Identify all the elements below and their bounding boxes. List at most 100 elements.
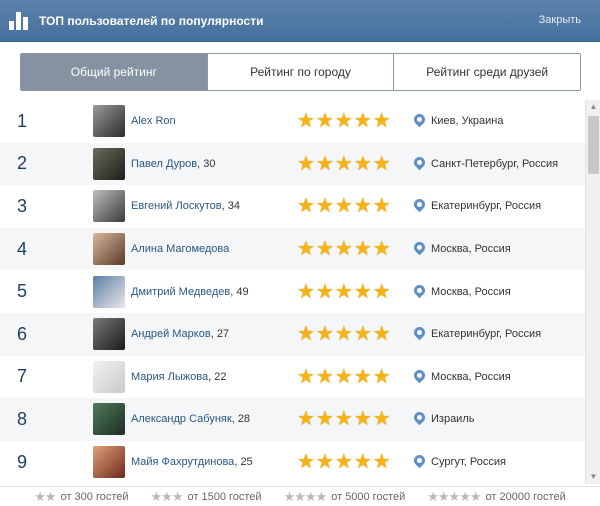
vertical-scrollbar[interactable]: ▲ ▼ [585, 100, 600, 484]
user-name-link[interactable]: Майя Фахрутдинова [131, 456, 234, 468]
user-name-line: Мария Лыжова, 22 [131, 371, 227, 383]
user-name-link[interactable]: Дмитрий Медведев [131, 286, 230, 298]
legend-item: ★★★★★ от 20000 гостей [427, 489, 565, 505]
star-icon: ★ [315, 238, 334, 261]
rating-chart-icon [9, 11, 31, 30]
user-name-line: Alex Ron [131, 115, 176, 127]
user-name-link[interactable]: Евгений Лоскутов [131, 200, 222, 212]
scroll-thumb[interactable] [588, 116, 599, 174]
location-pin-icon [411, 324, 428, 341]
rank-number: 3 [17, 195, 28, 216]
scroll-up-arrow-icon[interactable]: ▲ [586, 100, 600, 114]
user-row[interactable]: 9 Майя Фахрутдинова, 25 ★ ★ ★ ★ ★ Сургут, Росси… [0, 441, 585, 484]
star-icon: ★ [315, 110, 334, 133]
star-icon: ★ [353, 280, 372, 303]
star-icon: ★ [334, 110, 353, 133]
legend-label: от 1500 гостей [187, 490, 262, 503]
star-icon: ★ [334, 323, 353, 346]
tab-city-rating[interactable]: Рейтинг по городу [206, 54, 394, 90]
user-age: , 30 [197, 157, 216, 170]
user-name-line: Павел Дуров, 30 [131, 158, 216, 170]
star-icon: ★ [372, 110, 391, 133]
avatar[interactable] [93, 360, 125, 393]
legend-item: ★★★★ от 5000 гостей [284, 489, 406, 505]
avatar[interactable] [93, 318, 125, 351]
rank-number: 4 [17, 238, 28, 259]
star-icon: ★ [353, 152, 372, 175]
user-name-line: Дмитрий Медведев, 49 [131, 286, 249, 298]
avatar[interactable] [93, 446, 125, 479]
user-row[interactable]: 4 Алина Магомедова ★ ★ ★ ★ ★ Москва, Россия [0, 227, 585, 271]
star-icon: ★ [372, 152, 391, 175]
location-pin-icon [411, 197, 428, 213]
rank-number: 1 [17, 110, 28, 131]
rank-number: 7 [17, 366, 28, 387]
avatar[interactable] [93, 190, 125, 223]
user-name-link[interactable]: Александр Сабуняк [131, 413, 232, 425]
avatar[interactable] [93, 147, 125, 180]
user-name-link[interactable]: Андрей Марков [131, 328, 211, 340]
star-icon: ★ [372, 365, 391, 388]
star-icon: ★ [372, 238, 391, 261]
rating-stars: ★ ★ ★ ★ ★ [297, 282, 391, 302]
user-row[interactable]: 5 Дмитрий Медведев, 49 ★ ★ ★ ★ ★ Москва, Россия [0, 270, 585, 313]
rating-stars: ★ ★ ★ ★ ★ [297, 324, 391, 344]
user-row[interactable]: 6 Андрей Марков, 27 ★ ★ ★ ★ ★ Екатеринбург, Рос… [0, 312, 585, 356]
user-age: , 27 [210, 328, 230, 341]
location-pin-icon [411, 282, 428, 298]
legend-label: от 300 гостей [60, 490, 129, 503]
avatar[interactable] [93, 233, 125, 266]
user-age-value: 30 [203, 157, 216, 170]
user-rating-list: 1 Alex Ron ★ ★ ★ ★ ★ Киев, Украина 2 Павел Дуров,… [0, 100, 585, 484]
location-pin-icon [411, 410, 428, 426]
close-link[interactable]: Закрыть [539, 14, 581, 26]
location-pin-icon [411, 367, 428, 384]
user-name-link[interactable]: Alex Ron [131, 115, 176, 127]
rating-tabs: Общий рейтинг Рейтинг по городу Рейтинг … [20, 53, 581, 91]
user-row[interactable]: 8 Александр Сабуняк, 28 ★ ★ ★ ★ ★ Израиль [0, 398, 585, 441]
avatar[interactable] [93, 403, 125, 436]
star-icon: ★ [297, 408, 315, 431]
legend-stars-icon: ★★★★ [283, 488, 328, 504]
star-icon: ★ [372, 451, 391, 474]
star-icon: ★ [372, 280, 391, 303]
user-row[interactable]: 7 Мария Лыжова, 22 ★ ★ ★ ★ ★ Москва, Россия [0, 356, 585, 399]
top-bar: ТОП пользователей по популярности Закрыт… [0, 0, 600, 42]
user-name-link[interactable]: Алина Магомедова [131, 243, 229, 255]
user-name-line: Андрей Марков, 27 [131, 328, 229, 340]
user-name-link[interactable]: Павел Дуров [131, 158, 197, 170]
rating-stars: ★ ★ ★ ★ ★ [297, 452, 391, 472]
user-name-link[interactable]: Мария Лыжова [131, 371, 208, 383]
scroll-down-arrow-icon[interactable]: ▼ [586, 470, 600, 484]
avatar[interactable] [93, 275, 125, 308]
user-city: Киев, Украина [431, 115, 504, 128]
star-icon: ★ [297, 365, 315, 388]
avatar[interactable] [93, 105, 125, 138]
legend-item: ★★★ от 1500 гостей [151, 489, 262, 505]
star-icon: ★ [334, 152, 353, 175]
star-icon: ★ [297, 195, 315, 218]
location-pin-icon [411, 239, 428, 256]
star-icon: ★ [353, 408, 372, 431]
user-age-value: 22 [214, 370, 227, 383]
star-icon: ★ [315, 451, 334, 474]
tab-overall-rating[interactable]: Общий рейтинг [21, 54, 207, 90]
star-icon: ★ [297, 238, 315, 261]
star-icon: ★ [297, 110, 315, 133]
rating-stars: ★ ★ ★ ★ ★ [297, 196, 391, 216]
star-icon: ★ [315, 280, 334, 303]
star-icon: ★ [334, 365, 353, 388]
star-icon: ★ [334, 408, 353, 431]
user-name-line: Алина Магомедова [131, 243, 229, 255]
star-icon: ★ [353, 195, 372, 218]
user-age: , 22 [208, 370, 227, 383]
star-icon: ★ [334, 280, 353, 303]
tab-friends-rating[interactable]: Рейтинг среди друзей [393, 54, 580, 90]
star-icon: ★ [315, 408, 334, 431]
user-row[interactable]: 3 Евгений Лоскутов, 34 ★ ★ ★ ★ ★ Екатеринбург, … [0, 185, 585, 228]
legend-label: от 5000 гостей [331, 490, 406, 503]
user-row[interactable]: 2 Павел Дуров, 30 ★ ★ ★ ★ ★ Санкт-Петербург, Ро… [0, 142, 585, 186]
user-name-line: Александр Сабуняк, 28 [131, 413, 250, 425]
user-row[interactable]: 1 Alex Ron ★ ★ ★ ★ ★ Киев, Украина [0, 100, 585, 143]
star-legend: ★★ от 300 гостей ★★★ от 1500 гостей ★★★★ от 5… [0, 486, 600, 506]
